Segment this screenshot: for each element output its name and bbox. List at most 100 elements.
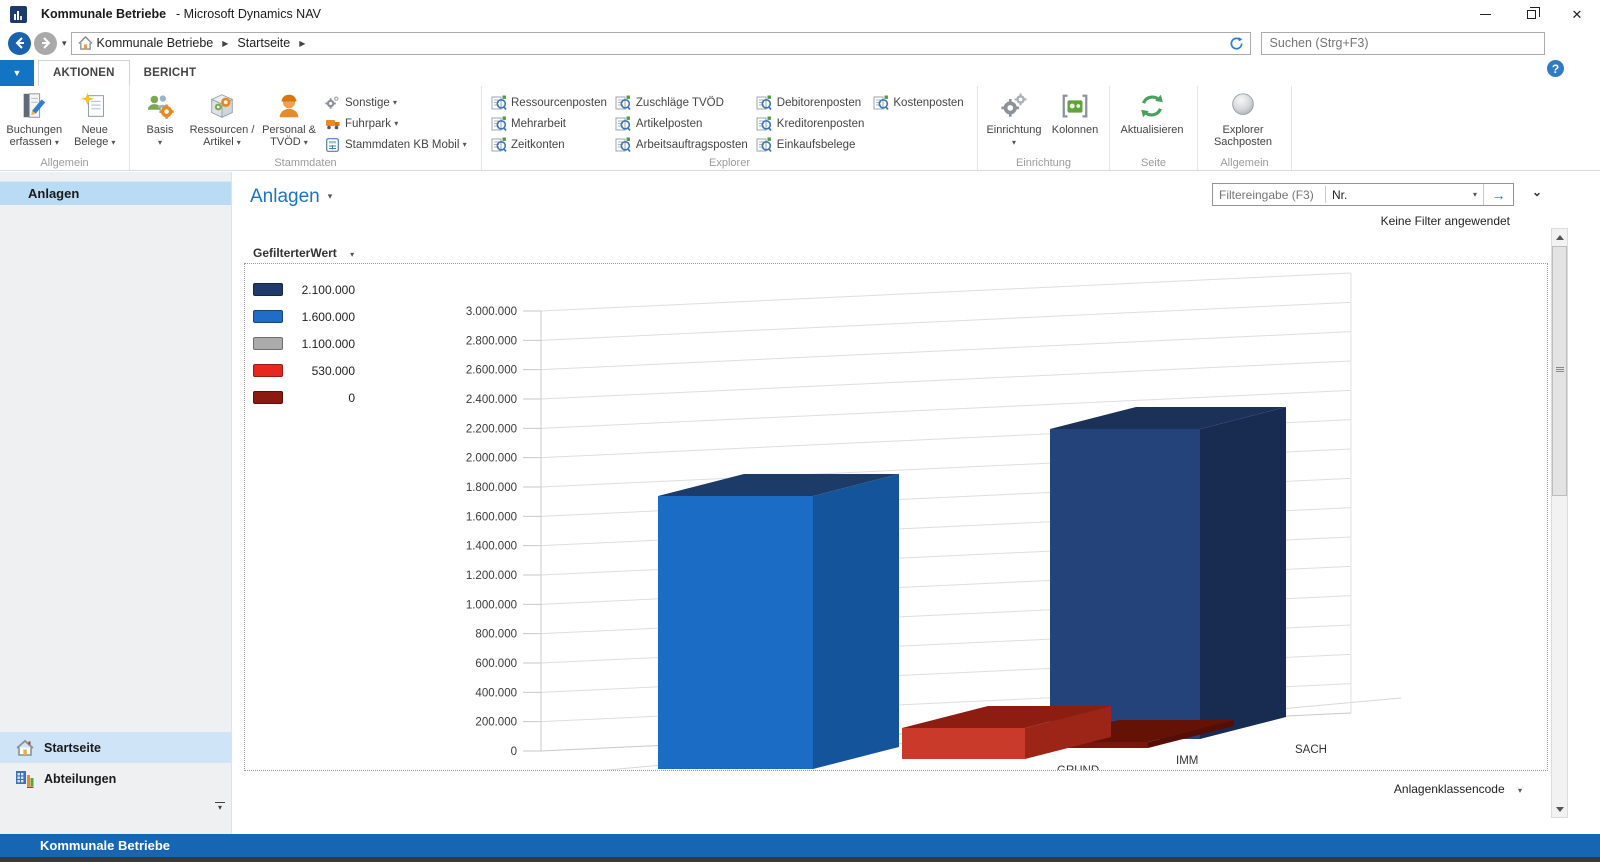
explorer-item-button[interactable]: Artikelposten	[615, 113, 748, 134]
main-area: Anlagen Startseite	[0, 172, 1600, 834]
ledger-entries-icon	[490, 95, 507, 111]
minimize-button[interactable]	[1462, 0, 1508, 28]
close-button[interactable]: ✕	[1554, 0, 1600, 28]
filter-bar: Nr. ▾ →	[1212, 183, 1514, 206]
explorer-sachposten-button[interactable]: Explorer Sachposten	[1202, 88, 1284, 148]
vertical-scrollbar[interactable]	[1551, 228, 1568, 818]
button-label: Aktualisieren	[1121, 124, 1184, 136]
y-axis-tick-label: 1.800.000	[466, 482, 517, 494]
tab-aktionen[interactable]: AKTIONEN	[38, 60, 130, 86]
explorer-item-button[interactable]: Ressourcenposten	[490, 92, 607, 113]
sidebar-item-anlagen[interactable]: Anlagen	[0, 181, 231, 205]
anlagen-chart: 0200.000400.000600.000800.0001.000.0001.…	[245, 264, 1547, 770]
x-axis-category-label: IMM	[1176, 755, 1198, 767]
explorer-item-button[interactable]: Kreditorenposten	[756, 113, 865, 134]
legend-item: 1.100.000	[253, 330, 355, 357]
box-gears-icon	[206, 90, 238, 122]
group-label: Allgemein	[0, 157, 129, 169]
chart-measure-select[interactable]: GefilterterWert ▾	[253, 246, 354, 260]
legend-value: 1.100.000	[291, 337, 355, 351]
sonstige-button[interactable]: Sonstige ▾	[324, 92, 467, 113]
chart-dimension-select[interactable]: Anlagenklassencode ▾	[1394, 782, 1522, 796]
kolonnen-button[interactable]: Kolonnen	[1046, 88, 1104, 136]
button-label: Stammdaten KB Mobil	[345, 139, 459, 151]
navigation-pane: Anlagen Startseite	[0, 172, 232, 834]
button-label: Artikelposten	[636, 118, 702, 130]
sidebar-item-abteilungen[interactable]: Abteilungen	[0, 763, 231, 794]
legend-item: 0	[253, 384, 355, 411]
anlagen-chart-panel: 0200.000400.000600.000800.0001.000.0001.…	[244, 263, 1548, 771]
bar-GRUND	[902, 728, 1025, 759]
scrollbar-thumb[interactable]	[1552, 246, 1567, 496]
explorer-item-button[interactable]: Kostenposten	[872, 92, 963, 113]
einrichtung-button[interactable]: Einrichtung▾	[982, 88, 1046, 149]
restore-button[interactable]	[1508, 0, 1554, 28]
window-title-suffix: - Microsoft Dynamics NAV	[176, 7, 321, 21]
scroll-down-button[interactable]	[1552, 801, 1567, 817]
collapse-pane-icon[interactable]: ▾	[215, 802, 225, 810]
gears-icon	[998, 90, 1030, 122]
help-button[interactable]: ?	[1547, 60, 1564, 77]
application-menu-button[interactable]: ▼	[0, 60, 34, 86]
tab-bericht[interactable]: BERICHT	[130, 60, 211, 86]
forward-button[interactable]	[34, 32, 57, 55]
breadcrumb-separator-icon[interactable]: ▶	[299, 39, 305, 48]
ledger-entries-icon	[615, 116, 632, 132]
personal-tvoed-button[interactable]: Personal & TVÖD ▾	[258, 88, 320, 149]
scroll-up-button[interactable]	[1552, 229, 1567, 245]
refresh-icon	[1136, 90, 1168, 122]
scrollbar-grip-icon	[1556, 367, 1564, 373]
explorer-item-button[interactable]: Zuschläge TVÖD	[615, 92, 748, 113]
filter-pane-chevron-icon[interactable]: ⌄	[1532, 185, 1542, 199]
chevron-down-icon: ▼	[13, 68, 22, 78]
group-label: Stammdaten	[130, 157, 481, 169]
address-bar: ▾ Kommunale Betriebe ▶ Startseite ▶	[0, 28, 1600, 58]
legend-swatch	[253, 391, 283, 404]
neue-belege-button[interactable]: Neue Belege ▾	[65, 88, 126, 149]
dropdown-caret-icon: ▾	[158, 138, 162, 147]
dropdown-caret-icon: ▾	[237, 138, 241, 147]
basis-button[interactable]: Basis▾	[134, 88, 186, 149]
filter-field-select[interactable]: Nr. ▾	[1326, 184, 1483, 205]
explorer-item-button[interactable]: Mehrarbeit	[490, 113, 607, 134]
aktualisieren-button[interactable]: Aktualisieren	[1114, 88, 1190, 136]
explorer-item-button[interactable]: Debitorenposten	[756, 92, 865, 113]
ressourcen-artikel-button[interactable]: Ressourcen / Artikel ▾	[186, 88, 258, 149]
journal-pencil-icon	[18, 90, 50, 122]
stammdaten-kb-mobil-button[interactable]: Stammdaten KB Mobil ▾	[324, 134, 467, 155]
button-label: Kostenposten	[893, 97, 963, 109]
breadcrumb-separator-icon[interactable]: ▶	[222, 39, 228, 48]
apply-filter-button[interactable]: →	[1483, 184, 1513, 205]
page-title[interactable]: Anlagen▾	[250, 186, 332, 208]
y-axis-tick-label: 1.600.000	[466, 511, 517, 523]
breadcrumb[interactable]: Kommunale Betriebe ▶ Startseite ▶	[71, 32, 1251, 55]
refresh-address-icon[interactable]	[1229, 36, 1244, 51]
back-button[interactable]	[8, 32, 31, 55]
explorer-item-button[interactable]: Arbeitsauftragsposten	[615, 134, 748, 155]
y-axis-tick-label: 400.000	[475, 687, 517, 699]
explorer-item-button[interactable]: Zeitkonten	[490, 134, 607, 155]
fuhrpark-button[interactable]: Fuhrpark ▾	[324, 113, 467, 134]
breadcrumb-item-page[interactable]: Startseite	[237, 36, 290, 50]
search-input[interactable]	[1261, 32, 1545, 55]
ribbon: Buchungen erfassen ▾ Neue Belege ▾ Allge…	[0, 86, 1600, 171]
filter-input[interactable]	[1213, 185, 1325, 204]
departments-grid-icon	[14, 770, 36, 788]
y-axis-tick-label: 2.800.000	[466, 335, 517, 347]
legend-value: 530.000	[291, 364, 355, 378]
dropdown-caret-icon: ▾	[328, 191, 333, 201]
button-label: Fuhrpark	[345, 118, 391, 130]
explorer-item-button[interactable]: Einkaufsbelege	[756, 134, 865, 155]
chart-measure-label: GefilterterWert	[253, 246, 337, 260]
group-label: Einrichtung	[978, 157, 1109, 169]
breadcrumb-item-company[interactable]: Kommunale Betriebe	[97, 36, 214, 50]
y-axis-tick-label: 1.400.000	[466, 541, 517, 553]
legend-item: 2.100.000	[253, 276, 355, 303]
y-axis-tick-label: 2.400.000	[466, 394, 517, 406]
sidebar-item-startseite[interactable]: Startseite	[0, 732, 231, 763]
buchungen-erfassen-button[interactable]: Buchungen erfassen ▾	[4, 88, 65, 149]
history-dropdown-caret[interactable]: ▾	[62, 38, 67, 49]
home-icon	[78, 36, 93, 50]
button-label: Neue Belege	[74, 124, 108, 148]
dropdown-caret-icon: ▾	[111, 138, 115, 147]
